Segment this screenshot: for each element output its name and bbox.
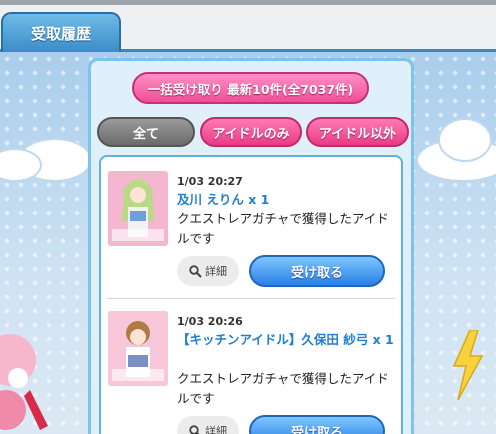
- item-timestamp: 1/03 20:27: [177, 175, 243, 188]
- history-list: 1/03 20:27 及川 えりん x 1 クエストレアガチャで獲得したアイドル…: [99, 155, 403, 434]
- idol-thumbnail: [108, 171, 168, 246]
- item-description: クエストレアガチャで獲得したアイドルです: [177, 371, 389, 406]
- receive-button[interactable]: 受け取る: [249, 255, 385, 287]
- lightning-decoration: [452, 330, 484, 400]
- bulk-receive-button[interactable]: 一括受け取り 最新10件(全7037件): [132, 72, 369, 104]
- filter-idol-only-button[interactable]: アイドルのみ: [200, 117, 302, 147]
- detail-button[interactable]: 詳細: [177, 416, 239, 434]
- filter-non-idol-button[interactable]: アイドル以外: [306, 117, 409, 147]
- filter-all-button[interactable]: 全て: [97, 117, 195, 147]
- detail-label: 詳細: [205, 425, 227, 434]
- idol-thumbnail: [108, 311, 168, 386]
- detail-button[interactable]: 詳細: [177, 256, 239, 286]
- receive-button[interactable]: 受け取る: [249, 415, 385, 434]
- tab-receive-history[interactable]: 受取履歴: [1, 12, 121, 52]
- magnifier-icon: [189, 264, 202, 278]
- item-name: 【キッチンアイドル】久保田 紗弓 x 1: [177, 332, 394, 347]
- item-name: 及川 えりん x 1: [177, 192, 270, 207]
- detail-label: 詳細: [205, 265, 227, 278]
- character-decoration: [0, 334, 48, 430]
- item-description: クエストレアガチャで獲得したアイドルです: [177, 211, 389, 246]
- magnifier-icon: [189, 424, 200, 434]
- item-timestamp: 1/03 20:26: [177, 315, 243, 328]
- cloud-decoration: [440, 120, 490, 160]
- item-divider: [107, 298, 395, 299]
